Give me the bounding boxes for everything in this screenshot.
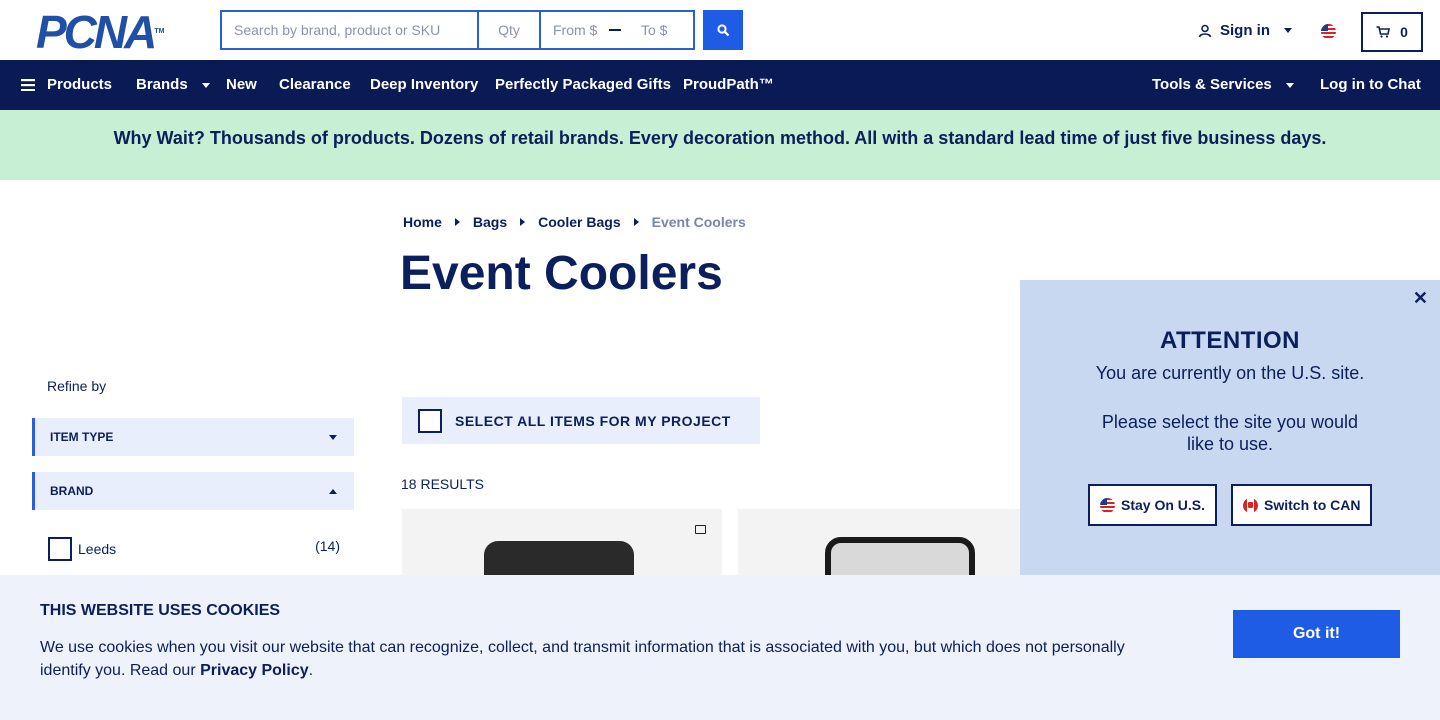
nav-proudpath-label: ProudPath™ [683,76,774,93]
nav-gifts-label: Perfectly Packaged Gifts [495,76,671,93]
refine-by-label: Refine by [47,378,107,394]
promo-banner: Why Wait? Thousands of products. Dozens … [0,110,1440,180]
cookie-title: THIS WEBSITE USES COOKIES [40,602,281,619]
select-all-label: SELECT ALL ITEMS FOR MY PROJECT [455,412,731,429]
stay-on-us-label: Stay On U.S. [1121,497,1206,513]
popup-current-site-text: You are currently on the U.S. site. [1095,363,1365,383]
nav-brands[interactable]: Brands [136,60,210,110]
cookie-banner: THIS WEBSITE USES COOKIES We use cookies… [0,575,1440,720]
nav-clearance[interactable]: Clearance [279,60,351,110]
breadcrumb: Home Bags Cooler Bags Event Coolers [403,214,746,230]
us-flag-icon[interactable] [1321,24,1336,39]
breadcrumb-home[interactable]: Home [403,214,442,230]
facet-item-type-label: ITEM TYPE [50,430,114,444]
nav-login-chat[interactable]: Log in to Chat [1320,60,1421,110]
qty-input[interactable] [479,12,541,48]
main-nav: Products Brands New Clearance Deep Inven… [0,60,1440,110]
logo-trademark: TM [154,28,165,35]
page-title: Event Coolers [400,247,723,300]
brand-checkbox[interactable] [48,537,72,561]
promo-text: Why Wait? Thousands of products. Dozens … [113,128,1327,148]
breadcrumb-bags[interactable]: Bags [473,214,507,230]
nav-products[interactable]: Products [21,60,112,110]
results-count: 18 RESULTS [401,476,484,492]
breadcrumb-cooler-bags[interactable]: Cooler Bags [538,214,620,230]
facet-brand-label: BRAND [50,484,94,498]
popup-buttons: Stay On U.S. Switch to CAN [1088,484,1373,526]
nav-new[interactable]: New [226,60,257,110]
nav-tools-services[interactable]: Tools & Services [1152,60,1294,110]
select-all-items[interactable]: SELECT ALL ITEMS FOR MY PROJECT [402,397,760,444]
nav-brands-label: Brands [136,76,188,93]
us-flag-icon [1100,497,1115,513]
breadcrumb-current: Event Coolers [651,214,746,230]
price-range [541,12,693,48]
breadcrumb-arrow-icon [633,218,639,226]
logo-text: PCNA [36,6,157,58]
privacy-policy-link[interactable]: Privacy Policy [200,662,309,679]
breadcrumb-arrow-icon [520,218,526,226]
nav-tools-label: Tools & Services [1152,76,1272,93]
price-from-input[interactable] [541,13,601,47]
canada-flag-icon [1243,497,1259,513]
hamburger-icon [21,79,35,91]
nav-products-label: Products [47,76,113,93]
close-icon[interactable]: ✕ [1413,288,1428,309]
nav-new-label: New [226,76,257,93]
switch-to-can-button[interactable]: Switch to CAN [1231,484,1373,526]
add-to-project-icon[interactable] [695,525,706,534]
range-dash [609,29,621,31]
popup-select-text: Please select the site you would like to… [1101,412,1359,454]
select-all-checkbox[interactable] [418,408,442,433]
chevron-down-icon [1284,28,1292,33]
chevron-down-icon [201,82,210,88]
pcna-logo[interactable]: PCNATM [36,9,165,55]
search-bar [220,10,695,50]
nav-clearance-label: Clearance [279,76,351,93]
nav-deep-inventory[interactable]: Deep Inventory [370,60,478,110]
cookie-period: . [308,662,314,679]
brand-option-count: (14) [315,538,340,554]
facet-item-type[interactable]: ITEM TYPE [32,418,354,456]
breadcrumb-arrow-icon [454,218,460,226]
user-icon [1198,24,1212,37]
site-select-popup: ✕ ATTENTION You are currently on the U.S… [1020,280,1440,576]
search-input[interactable] [222,12,479,48]
brand-option-label: Leeds [78,541,117,557]
nav-chat-label: Log in to Chat [1320,76,1421,93]
chevron-down-icon [1285,82,1294,88]
sign-in-label: Sign in [1220,22,1270,39]
nav-proudpath[interactable]: ProudPath™ [683,60,774,110]
search-button[interactable] [703,10,743,50]
top-bar: PCNATM Sign in 0 [0,0,1440,60]
facet-brand[interactable]: BRAND [32,472,354,510]
brand-option-leeds[interactable]: Leeds (14) [48,537,340,561]
got-it-button[interactable]: Got it! [1233,610,1400,658]
switch-to-can-label: Switch to CAN [1264,497,1361,513]
price-to-input[interactable] [629,13,689,47]
cart-icon [1376,26,1391,38]
chevron-down-icon [329,435,337,440]
cart-button[interactable]: 0 [1361,12,1423,52]
cookie-text: We use cookies when you visit our websit… [40,636,1150,682]
chevron-up-icon [329,489,337,494]
cart-count: 0 [1400,24,1408,40]
sign-in-menu[interactable]: Sign in [1198,22,1292,39]
search-icon [716,23,729,36]
nav-deep-inventory-label: Deep Inventory [370,76,479,93]
stay-on-us-button[interactable]: Stay On U.S. [1088,484,1218,526]
popup-title: ATTENTION [1159,327,1301,354]
nav-gifts[interactable]: Perfectly Packaged Gifts [495,60,671,110]
